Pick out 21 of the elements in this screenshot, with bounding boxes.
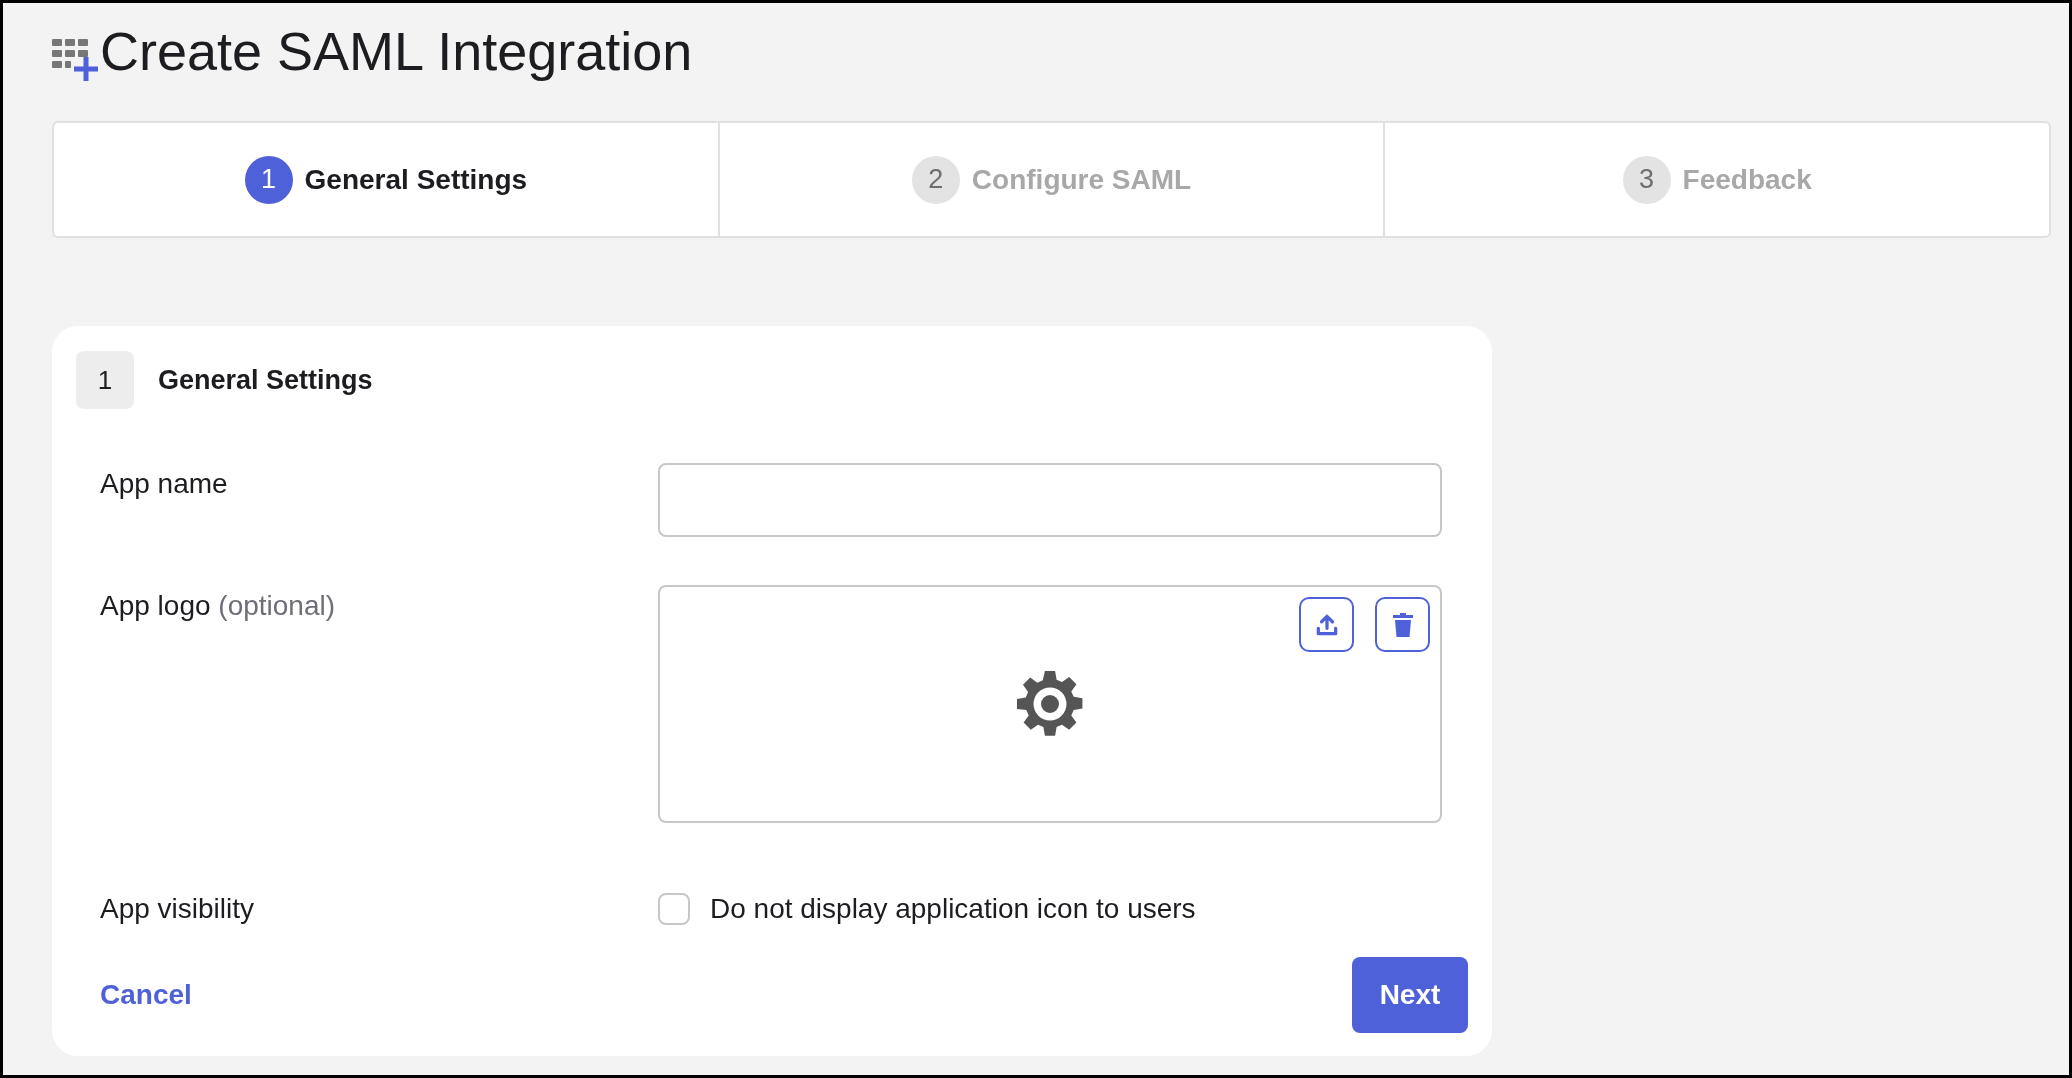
step-tab[interactable]: 1 General Settings [54,123,718,236]
cancel-link[interactable]: Cancel [100,974,192,1016]
section-number-badge: 1 [76,351,134,409]
upload-button[interactable] [1299,597,1354,652]
step-label: General Settings [304,162,528,197]
step-label: Configure SAML [971,162,1192,197]
trash-icon [1390,611,1415,638]
delete-button[interactable] [1375,597,1430,652]
field-label: App visibility [100,893,255,924]
step-tab[interactable]: 3 Feedback [1383,123,2049,236]
app-name-input[interactable] [658,463,1442,537]
page-title: Create SAML Integration [100,20,693,83]
field-label: App logo [100,590,211,621]
checkbox[interactable] [658,893,690,925]
checkbox-label: Do not display application icon to users [710,892,1196,926]
next-button[interactable]: Next [1352,957,1468,1033]
optional-hint: (optional) [217,590,336,621]
section-title: General Settings [158,363,373,397]
step-label: Feedback [1682,162,1812,197]
field-label: App name [100,468,228,499]
step-tab[interactable]: 2 Configure SAML [717,123,1384,236]
